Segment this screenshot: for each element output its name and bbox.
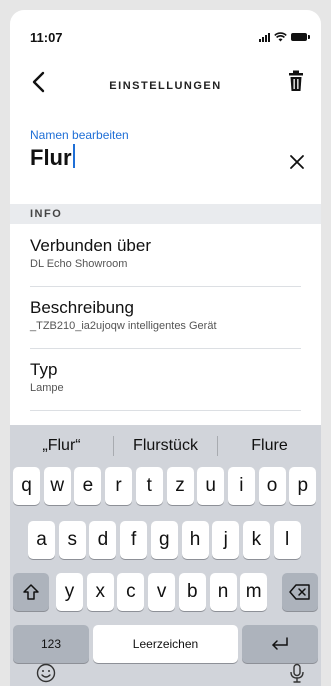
key-p[interactable]: p bbox=[289, 467, 317, 505]
status-icons bbox=[259, 32, 310, 42]
text-caret bbox=[72, 144, 75, 168]
key-n[interactable]: n bbox=[209, 573, 237, 611]
close-icon[interactable] bbox=[289, 154, 305, 170]
suggestion-item[interactable]: Flure bbox=[218, 437, 321, 455]
app-screen: 11:07 EINSTELLUNGEN Namen bearbeiten Flu… bbox=[10, 10, 321, 686]
name-input[interactable]: Flur bbox=[30, 144, 75, 171]
keyboard-row-1: qwertzuiop bbox=[10, 467, 321, 505]
row-subtitle: Lampe bbox=[30, 382, 64, 394]
key-q[interactable]: q bbox=[13, 467, 40, 505]
key-w[interactable]: w bbox=[43, 467, 71, 505]
backspace-icon bbox=[289, 584, 310, 600]
nav-bar: EINSTELLUNGEN bbox=[10, 62, 321, 106]
row-subtitle: DL Echo Showroom bbox=[30, 258, 128, 270]
delete-key[interactable] bbox=[282, 573, 318, 611]
suggestion-item[interactable]: „Flur“ bbox=[10, 437, 113, 455]
emoji-icon[interactable] bbox=[36, 663, 56, 683]
shift-key[interactable] bbox=[13, 573, 49, 611]
name-field-label: Namen bearbeiten bbox=[30, 128, 129, 142]
return-icon bbox=[272, 637, 288, 650]
row-title: Verbunden über bbox=[30, 236, 151, 255]
key-e[interactable]: e bbox=[74, 467, 102, 505]
numbers-key[interactable]: 123 bbox=[13, 625, 89, 663]
keyboard-row-4: 123 Leerzeichen bbox=[10, 625, 321, 663]
key-u[interactable]: u bbox=[197, 467, 225, 505]
key-i[interactable]: i bbox=[227, 467, 255, 505]
key-j[interactable]: j bbox=[212, 521, 240, 559]
key-v[interactable]: v bbox=[148, 573, 176, 611]
section-title: INFO bbox=[30, 208, 63, 220]
key-h[interactable]: h bbox=[181, 521, 209, 559]
row-title-clipped bbox=[30, 415, 301, 421]
keyboard-row-2: asdfghjkl bbox=[10, 521, 321, 559]
microphone-icon[interactable] bbox=[287, 663, 307, 683]
key-y[interactable]: y bbox=[56, 573, 83, 611]
key-o[interactable]: o bbox=[258, 467, 286, 505]
info-row-type[interactable]: Typ Lampe bbox=[30, 360, 301, 411]
suggestion-bar: „Flur“ Flurstück Flure bbox=[10, 425, 321, 467]
keyboard-row-3: yxcvbnm bbox=[10, 573, 321, 611]
key-s[interactable]: s bbox=[58, 521, 86, 559]
section-header-info: INFO bbox=[10, 204, 321, 224]
key-g[interactable]: g bbox=[150, 521, 178, 559]
key-z[interactable]: z bbox=[166, 467, 194, 505]
page-title: EINSTELLUNGEN bbox=[109, 80, 222, 92]
key-k[interactable]: k bbox=[242, 521, 270, 559]
key-a[interactable]: a bbox=[28, 521, 55, 559]
row-title: Beschreibung bbox=[30, 298, 134, 317]
key-d[interactable]: d bbox=[89, 521, 117, 559]
space-key[interactable]: Leerzeichen bbox=[93, 625, 238, 663]
key-x[interactable]: x bbox=[86, 573, 114, 611]
return-key[interactable] bbox=[242, 625, 318, 663]
row-subtitle: _TZB210_ia2ujoqw intelligentes Gerät bbox=[30, 320, 217, 332]
key-r[interactable]: r bbox=[105, 467, 133, 505]
suggestion-item[interactable]: Flurstück bbox=[114, 437, 217, 455]
info-row-connected-via[interactable]: Verbunden über DL Echo Showroom bbox=[30, 236, 301, 287]
status-bar: 11:07 bbox=[10, 10, 321, 50]
wifi-icon bbox=[274, 32, 287, 42]
key-c[interactable]: c bbox=[117, 573, 145, 611]
info-row-description[interactable]: Beschreibung _TZB210_ia2ujoqw intelligen… bbox=[30, 298, 301, 349]
key-b[interactable]: b bbox=[178, 573, 206, 611]
name-input-value: Flur bbox=[30, 145, 72, 170]
key-l[interactable]: l bbox=[273, 521, 301, 559]
signal-icon bbox=[259, 32, 270, 42]
status-time: 11:07 bbox=[30, 30, 63, 45]
key-m[interactable]: m bbox=[240, 573, 268, 611]
row-title: Typ bbox=[30, 360, 58, 379]
battery-icon bbox=[291, 33, 310, 41]
shift-icon bbox=[23, 584, 39, 600]
key-f[interactable]: f bbox=[120, 521, 148, 559]
key-t[interactable]: t bbox=[135, 467, 163, 505]
info-row-partially-hidden[interactable] bbox=[30, 415, 301, 425]
trash-icon[interactable] bbox=[287, 70, 305, 92]
on-screen-keyboard: „Flur“ Flurstück Flure qwertzuiop asdfgh… bbox=[10, 425, 321, 686]
